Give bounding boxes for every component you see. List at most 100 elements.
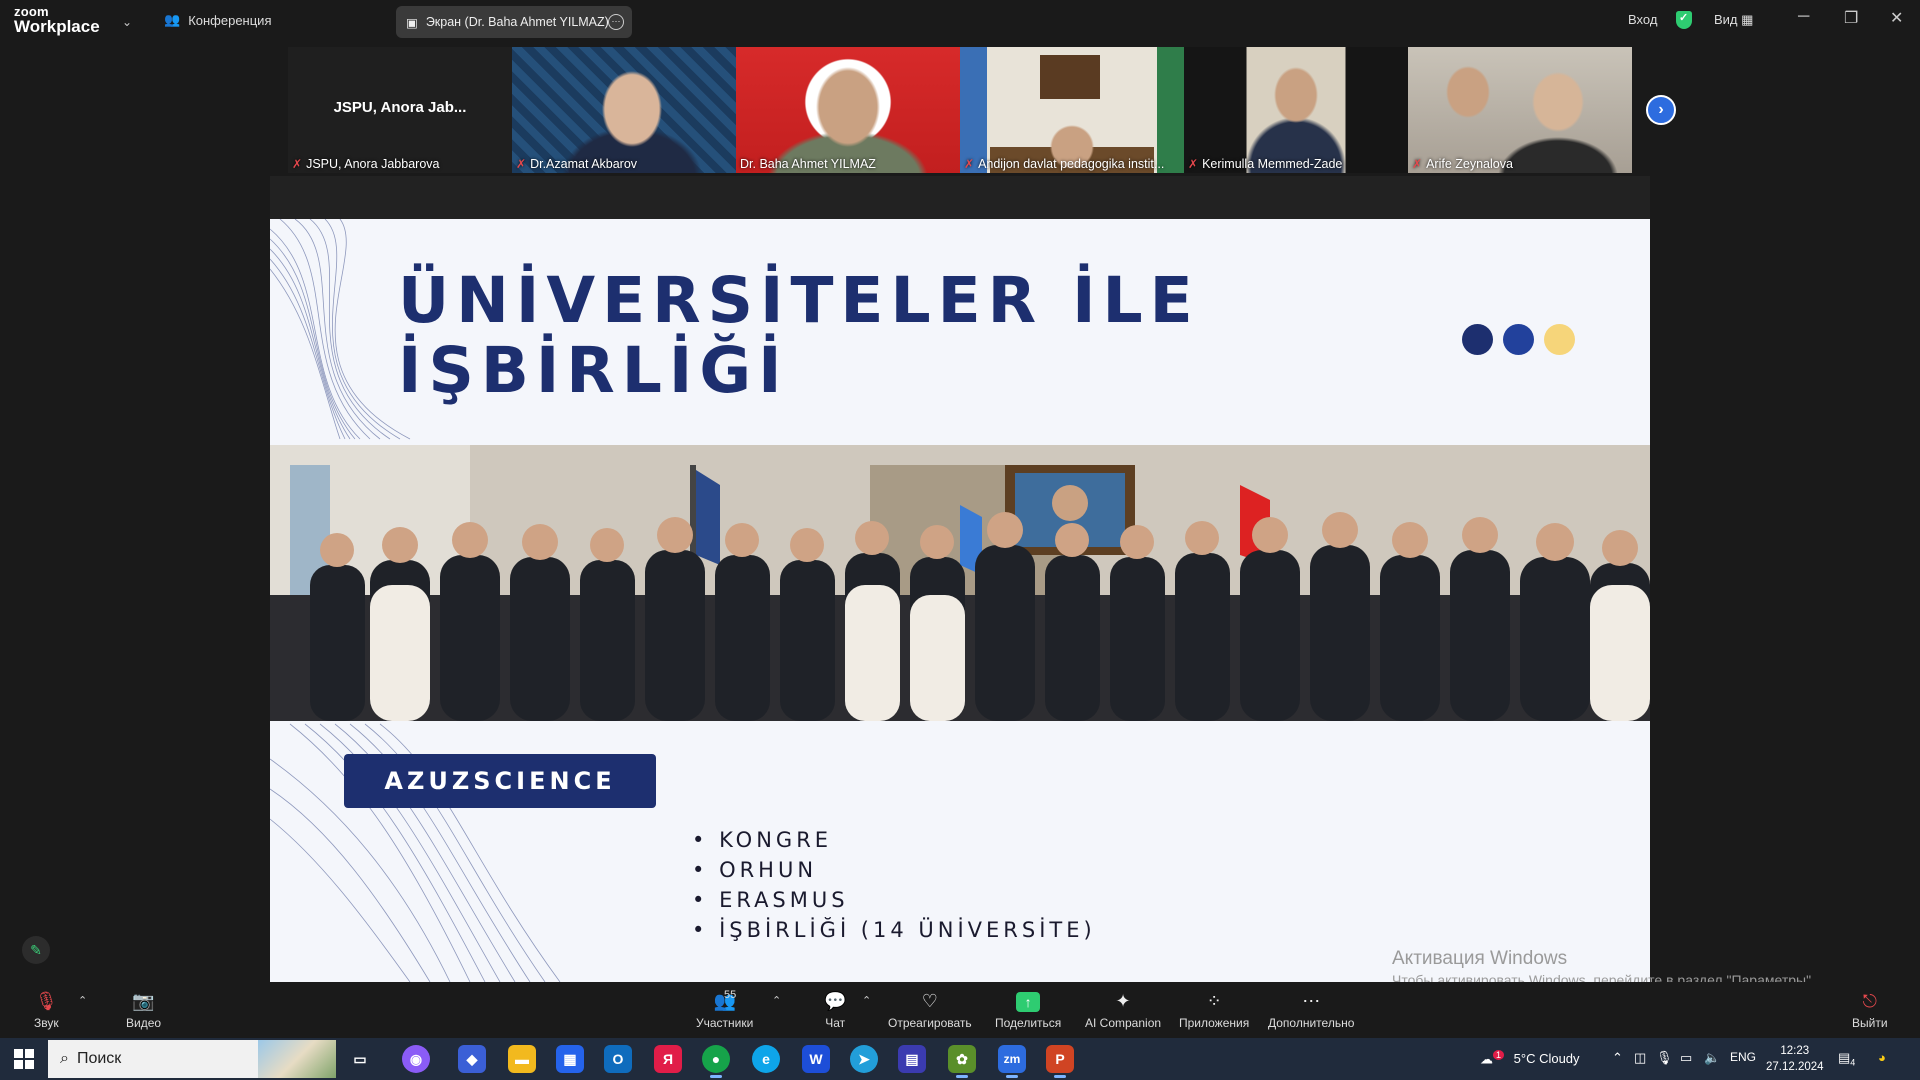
windows-activation-watermark: Активация Windows xyxy=(1392,948,1568,969)
show-hidden-icons-chevron-icon[interactable]: ⌃ xyxy=(1612,1050,1623,1066)
video-off-icon: 📷 xyxy=(132,991,155,1011)
weather-widget[interactable]: ☁ 1 5°C Cloudy xyxy=(1480,1050,1580,1067)
share-label: Поделиться xyxy=(995,1016,1062,1030)
participant-name: Kerimulla Memmed-Zade xyxy=(1202,157,1343,171)
audio-options-caret-icon[interactable]: ⌃ xyxy=(78,994,87,1007)
file-explorer-icon[interactable]: ▬ xyxy=(508,1045,536,1073)
azuzscience-tag: AZUZSCIENCE xyxy=(344,754,656,808)
audio-label: Звук xyxy=(34,1016,59,1030)
store-icon[interactable]: ▦ xyxy=(556,1045,584,1073)
close-icon[interactable]: ✕ xyxy=(1890,8,1903,28)
participant-tile[interactable]: JSPU, Anora Jab... ✗ JSPU, Anora Jabbarov… xyxy=(288,47,512,173)
participant-video xyxy=(736,47,960,173)
microphone-icon[interactable]: 🎙 xyxy=(1656,1050,1673,1066)
participant-name: Andijon davlat pedagogika instit... xyxy=(978,157,1165,171)
share-button[interactable]: ↑ Поделиться xyxy=(995,990,1061,1030)
game-app-icon[interactable]: ✿ xyxy=(948,1045,976,1078)
copilot-tray-icon[interactable]: ◕ xyxy=(1878,1050,1886,1065)
save-disk-icon[interactable]: ▤ xyxy=(898,1045,926,1073)
view-button[interactable]: Вид ▦ xyxy=(1714,12,1753,28)
minimize-icon[interactable]: ─ xyxy=(1798,8,1809,26)
mic-muted-icon: ✗ xyxy=(516,157,527,171)
yandex-browser-icon[interactable]: Я xyxy=(654,1045,682,1073)
zoom-workplace-logo[interactable]: zoom Workplace xyxy=(14,5,100,35)
notifications-icon[interactable]: ▤4 xyxy=(1838,1050,1855,1068)
participant-tile[interactable]: ✗ Andijon davlat pedagogika instit... xyxy=(960,47,1184,173)
zoom-taskbar-icon[interactable]: zm xyxy=(998,1045,1026,1078)
bullet-item: İŞBİRLİĞİ (14 ÜNİVERSİTE) xyxy=(692,915,1096,945)
chat-options-caret-icon[interactable]: ⌃ xyxy=(862,994,871,1007)
participant-video xyxy=(512,47,736,173)
participant-name: JSPU, Anora Jabbarova xyxy=(306,157,440,171)
camera-icon[interactable]: ◫ xyxy=(1634,1050,1646,1066)
outlook-icon[interactable]: O xyxy=(604,1045,632,1073)
apps-button[interactable]: ⁘ Приложения xyxy=(1179,990,1249,1030)
people-icon: 👥 xyxy=(164,12,181,27)
ai-companion-label: AI Companion xyxy=(1085,1016,1162,1030)
video-button[interactable]: 📷 Видео xyxy=(126,990,161,1030)
view-label: Вид xyxy=(1714,12,1738,27)
bullet-item: ERASMUS xyxy=(692,885,1096,915)
leave-button[interactable]: ⎋ Выйти xyxy=(1852,990,1888,1030)
slide-bullet-list: KONGRE ORHUN ERASMUS İŞBİRLİĞİ (14 ÜNİVE… xyxy=(692,825,1096,945)
leave-label: Выйти xyxy=(1852,1016,1888,1030)
volume-icon[interactable]: 🔈 xyxy=(1704,1050,1720,1066)
more-dots-icon: ⋯ xyxy=(1302,991,1321,1011)
mic-muted-icon: ✗ xyxy=(292,157,303,171)
cloud-icon: ☁ xyxy=(1480,1051,1493,1067)
copilot-app-icon[interactable]: ◆ xyxy=(458,1045,486,1073)
gallery-next-button[interactable]: › xyxy=(1646,95,1676,125)
security-shield-icon[interactable] xyxy=(1676,11,1692,32)
participants-label: Участники xyxy=(696,1016,754,1030)
heart-icon: ♡ xyxy=(921,991,938,1011)
sparkle-icon: ✦ xyxy=(1115,991,1131,1011)
meeting-info-button[interactable]: 👥 Конференция xyxy=(164,12,271,28)
apps-label: Приложения xyxy=(1179,1016,1250,1030)
share-arrow-icon: ↑ xyxy=(995,990,1061,1012)
chevron-down-icon[interactable]: ⌄ xyxy=(122,15,132,29)
participant-gallery: JSPU, Anora Jab... ✗ JSPU, Anora Jabbarov… xyxy=(288,47,1632,173)
participant-tile-active-speaker[interactable]: Dr. Baha Ahmet YILMAZ xyxy=(736,47,960,173)
taskbar-clock[interactable]: 12:23 27.12.2024 xyxy=(1766,1043,1824,1075)
react-button[interactable]: ♡ Отреагировать xyxy=(888,990,972,1030)
screen-share-tab[interactable]: ▣ Экран (Dr. Baha Ahmet YILMAZ) ··· xyxy=(396,6,632,38)
participants-button[interactable]: 👥 55 Участники xyxy=(696,989,754,1030)
participant-name: Dr.Azamat Akbarov xyxy=(530,157,638,171)
search-icon: ⌕ xyxy=(60,1050,69,1067)
bullet-item: KONGRE xyxy=(692,825,1096,855)
task-view-icon[interactable]: ▭ xyxy=(346,1045,374,1073)
windows-start-icon[interactable] xyxy=(14,1049,34,1069)
participant-tile[interactable]: ✗ Dr.Azamat Akbarov xyxy=(512,47,736,173)
meeting-label: Конференция xyxy=(188,12,272,28)
powerpoint-icon[interactable]: P xyxy=(1046,1045,1074,1078)
alice-app-icon[interactable]: ◉ xyxy=(402,1045,430,1073)
mic-muted-icon: 🎙 xyxy=(34,991,58,1011)
telegram-icon[interactable]: ➤ xyxy=(850,1045,878,1073)
taskbar-search-box[interactable]: ⌕ Поиск xyxy=(48,1040,336,1078)
more-button[interactable]: ⋯ Дополнительно xyxy=(1268,990,1354,1030)
more-options-icon[interactable]: ··· xyxy=(608,14,624,30)
participant-tile[interactable]: ✗ Arife Zeynalova xyxy=(1408,47,1632,173)
group-photo xyxy=(270,445,1650,721)
chat-button[interactable]: 💬 Чат xyxy=(824,990,846,1030)
word-icon[interactable]: W xyxy=(802,1045,830,1073)
participant-display-name: JSPU, Anora Jab... xyxy=(333,99,467,116)
slide-title: ÜNİVERSİTELER İLE İŞBİRLİĞİ xyxy=(398,266,1200,406)
chrome-icon[interactable]: ● xyxy=(702,1045,730,1078)
screen-share-label: Экран (Dr. Baha Ahmet YILMAZ) xyxy=(425,15,609,29)
audio-button[interactable]: 🎙 Звук xyxy=(34,990,59,1030)
signin-button[interactable]: Вход xyxy=(1628,12,1657,27)
chevron-right-icon: › xyxy=(1658,101,1664,118)
annotate-pencil-icon[interactable]: ✎ xyxy=(22,936,50,964)
decorative-dot xyxy=(1544,324,1575,355)
search-highlight-image xyxy=(258,1040,336,1078)
ai-companion-button[interactable]: ✦ AI Companion xyxy=(1085,990,1161,1030)
restore-icon[interactable]: ❐ xyxy=(1844,8,1858,28)
participant-tile[interactable]: ✗ Kerimulla Memmed-Zade xyxy=(1184,47,1408,173)
participants-options-caret-icon[interactable]: ⌃ xyxy=(772,994,781,1007)
react-label: Отреагировать xyxy=(888,1016,972,1030)
meeting-controls-toolbar: 🎙 Звук ⌃ 📷 Видео 👥 55 Участники ⌃ 💬 Чат ⌃… xyxy=(0,982,1920,1038)
network-icon[interactable]: ▭ xyxy=(1680,1050,1692,1066)
language-indicator[interactable]: ENG xyxy=(1730,1050,1756,1064)
edge-icon[interactable]: e xyxy=(752,1045,780,1073)
